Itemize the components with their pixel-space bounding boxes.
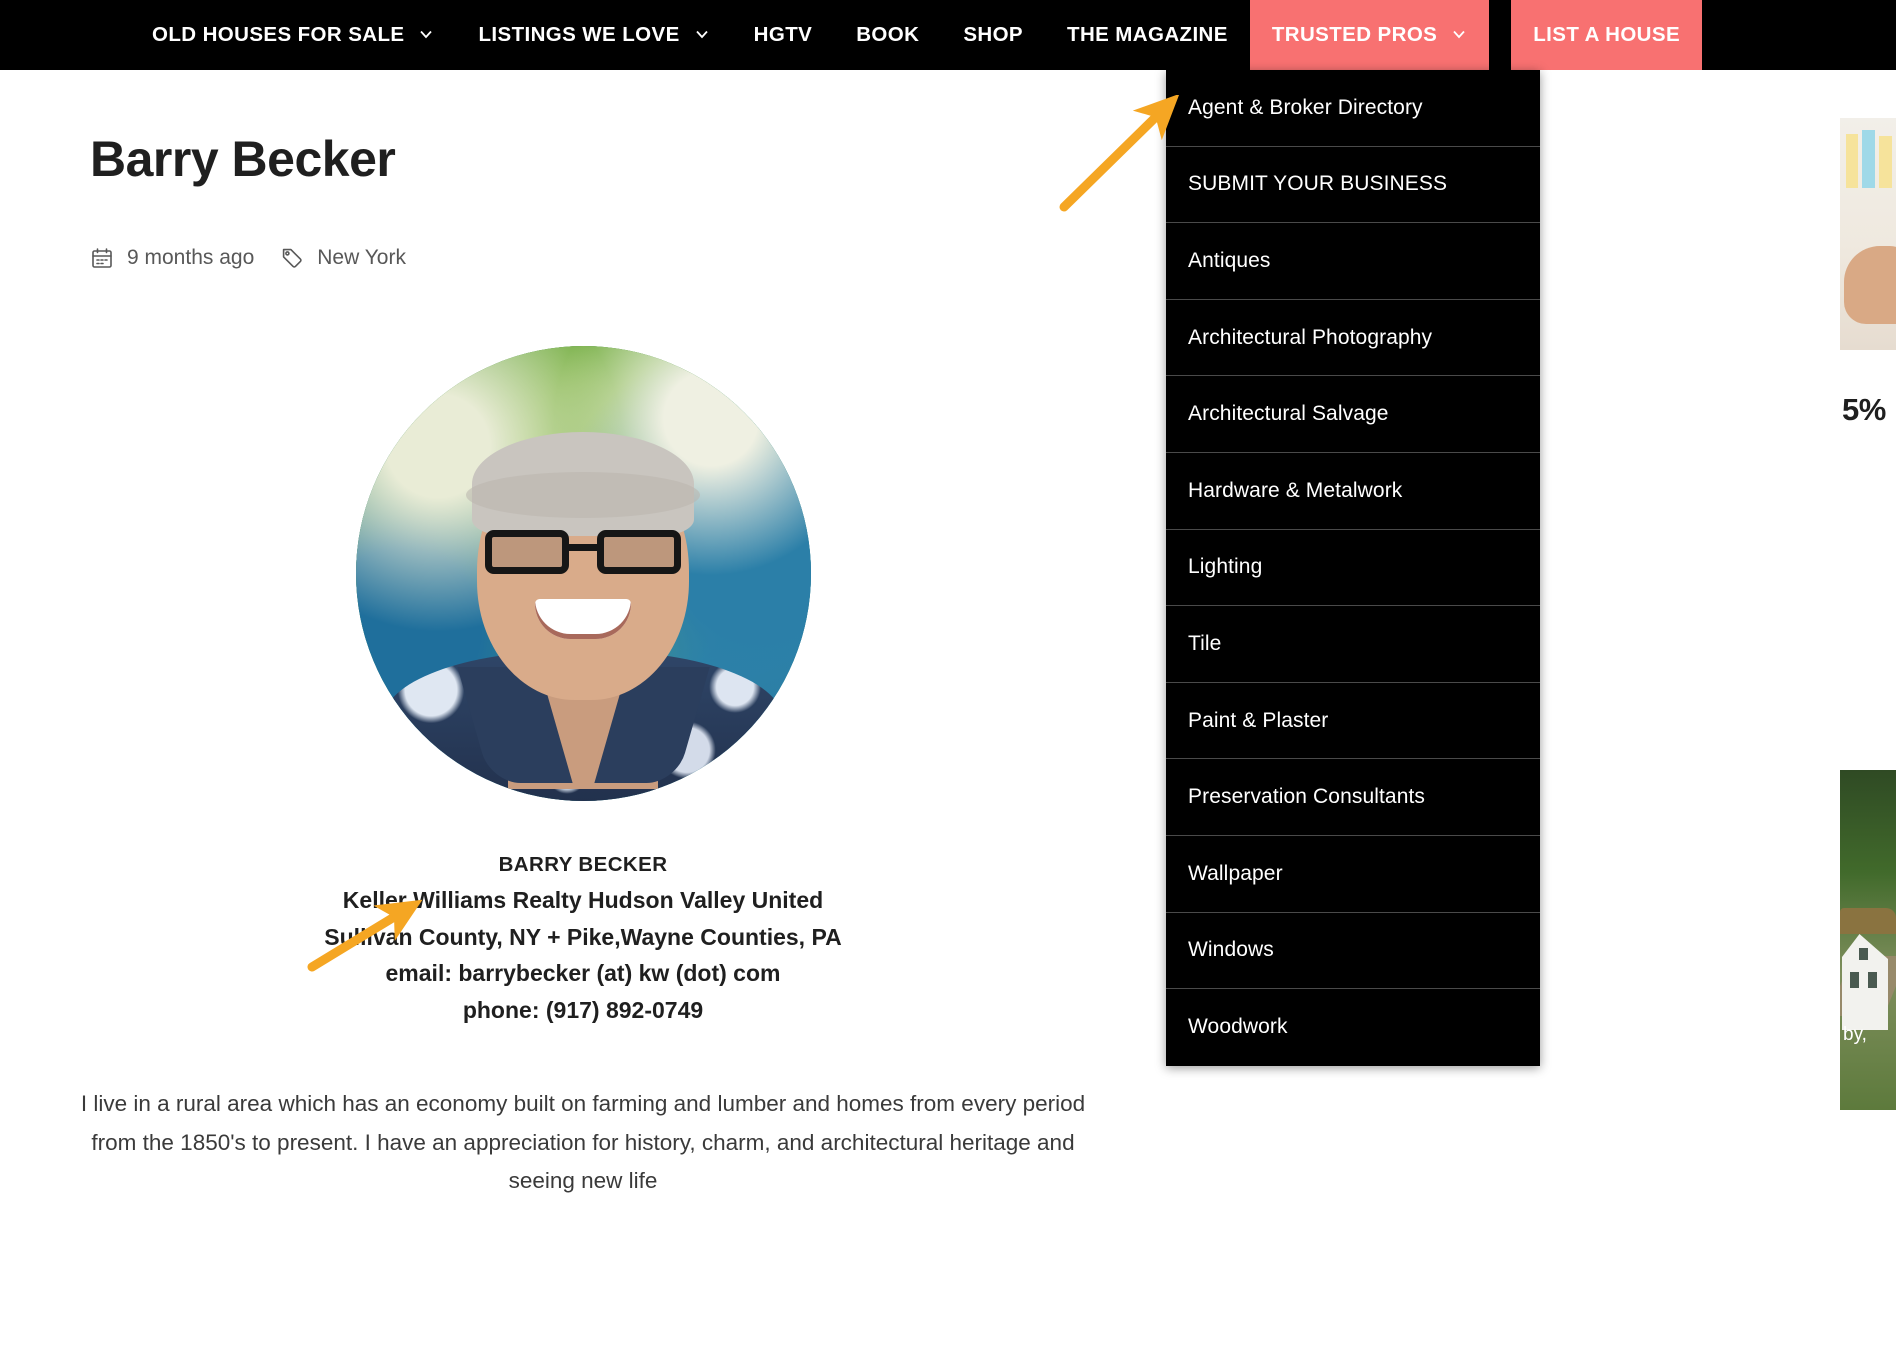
sidebar-peek: 5% by, [1840, 70, 1896, 1362]
dropdown-item-woodwork[interactable]: Woodwork [1166, 989, 1540, 1066]
contact-block: BARRY BECKER Keller Williams Realty Huds… [0, 849, 1166, 1029]
article-body: I live in a rural area which has an econ… [80, 1090, 1086, 1194]
main-navigation: OLD HOUSES FOR SALE LISTINGS WE LOVE HGT… [0, 0, 1896, 70]
dropdown-item-label: Tile [1188, 631, 1222, 655]
window-graphic [1850, 972, 1859, 988]
meta-tag[interactable]: New York [280, 246, 406, 270]
dropdown-item-label: SUBMIT YOUR BUSINESS [1188, 172, 1448, 196]
dropdown-item-label: Antiques [1188, 248, 1271, 272]
dropdown-item-label: Preservation Consultants [1188, 785, 1426, 809]
meta-date-label: 9 months ago [127, 246, 255, 269]
contact-company: Keller Williams Realty Hudson Valley Uni… [342, 886, 824, 913]
dropdown-item-lighting[interactable]: Lighting [1166, 530, 1540, 607]
dropdown-item-label: Windows [1188, 938, 1274, 962]
glasses-lens-left [485, 530, 569, 575]
house-graphic [1842, 934, 1888, 1030]
contact-name: BARRY BECKER [498, 853, 668, 876]
roof-graphic [1840, 908, 1896, 934]
window-graphic [1859, 948, 1868, 960]
dropdown-item-hardware-metalwork[interactable]: Hardware & Metalwork [1166, 453, 1540, 530]
dropdown-item-tile[interactable]: Tile [1166, 606, 1540, 683]
contact-email: email: barrybecker (at) kw (dot) com [385, 960, 781, 987]
dropdown-item-label: Architectural Salvage [1188, 402, 1389, 426]
sticky-note-icon [1862, 130, 1875, 188]
nav-item-the-magazine[interactable]: THE MAGAZINE [1045, 0, 1250, 70]
avatar-container [0, 346, 1166, 801]
glasses-bridge [569, 544, 597, 552]
article-content: Barry Becker 9 months ago New York BARRY… [0, 70, 1166, 1201]
chevron-down-icon [418, 26, 434, 42]
window-graphic [1868, 972, 1877, 988]
dropdown-item-paint-plaster[interactable]: Paint & Plaster [1166, 683, 1540, 760]
dropdown-item-antiques[interactable]: Antiques [1166, 223, 1540, 300]
dropdown-item-wallpaper[interactable]: Wallpaper [1166, 836, 1540, 913]
dropdown-item-agent-broker-directory[interactable]: Agent & Broker Directory [1166, 70, 1540, 147]
nav-label: BOOK [856, 23, 920, 46]
sidebar-peek-image-bottom: by, [1840, 770, 1896, 1110]
nav-label: THE MAGAZINE [1067, 23, 1228, 46]
page-title: Barry Becker [90, 131, 396, 187]
nav-label: HGTV [753, 23, 813, 46]
meta-date: 9 months ago [90, 246, 254, 270]
glasses-icon [485, 530, 681, 575]
dropdown-item-label: Hardware & Metalwork [1188, 478, 1403, 502]
avatar-hair [466, 432, 700, 537]
nav-label: LIST A HOUSE [1533, 23, 1681, 46]
sidebar-peek-percent: 5% [1842, 392, 1886, 427]
nav-item-listings-we-love[interactable]: LISTINGS WE LOVE [456, 0, 731, 70]
dropdown-item-label: Wallpaper [1188, 861, 1283, 885]
sticky-note-icon [1846, 134, 1858, 188]
nav-item-trusted-pros[interactable]: TRUSTED PROS [1249, 0, 1490, 70]
avatar [355, 346, 811, 801]
contact-phone: phone: (917) 892-0749 [462, 997, 704, 1024]
nav-item-list-a-house[interactable]: LIST A HOUSE [1511, 0, 1703, 70]
nav-label: LISTINGS WE LOVE [478, 23, 680, 46]
dropdown-item-label: Agent & Broker Directory [1188, 95, 1423, 119]
nav-item-shop[interactable]: SHOP [941, 0, 1045, 70]
nav-label: TRUSTED PROS [1271, 23, 1438, 46]
dropdown-item-label: Architectural Photography [1188, 325, 1433, 349]
nav-item-hgtv[interactable]: HGTV [732, 0, 835, 70]
calendar-icon [90, 246, 114, 270]
dropdown-item-preservation-consultants[interactable]: Preservation Consultants [1166, 759, 1540, 836]
glasses-lens-right [597, 530, 681, 575]
nav-label: OLD HOUSES FOR SALE [152, 23, 405, 46]
chevron-down-icon [694, 26, 710, 42]
article-meta: 9 months ago New York [90, 246, 1166, 270]
nav-item-old-houses-for-sale[interactable]: OLD HOUSES FOR SALE [130, 0, 456, 70]
nav-item-book[interactable]: BOOK [834, 0, 941, 70]
dropdown-item-architectural-photography[interactable]: Architectural Photography [1166, 300, 1540, 377]
sidebar-peek-caption: by, [1843, 1024, 1867, 1045]
dropdown-item-label: Lighting [1188, 555, 1263, 579]
dropdown-item-label: Paint & Plaster [1188, 708, 1329, 732]
dropdown-item-label: Woodwork [1188, 1015, 1288, 1039]
hand-graphic [1844, 246, 1896, 324]
page-root: 5% by, Barry Becker 9 months ago New Yor… [0, 0, 1896, 1362]
meta-tag-label[interactable]: New York [317, 246, 406, 270]
chevron-down-icon [1451, 26, 1467, 42]
dropdown-item-architectural-salvage[interactable]: Architectural Salvage [1166, 376, 1540, 453]
trusted-pros-dropdown: Agent & Broker Directory SUBMIT YOUR BUS… [1166, 70, 1540, 1066]
sticky-note-icon [1879, 136, 1892, 188]
nav-label: SHOP [963, 23, 1024, 46]
sidebar-peek-image-top [1840, 118, 1896, 350]
dropdown-item-windows[interactable]: Windows [1166, 913, 1540, 990]
dropdown-item-submit-your-business[interactable]: SUBMIT YOUR BUSINESS [1166, 147, 1540, 224]
contact-area: Sullivan County, NY + Pike,Wayne Countie… [324, 923, 842, 950]
tag-icon [280, 246, 304, 270]
